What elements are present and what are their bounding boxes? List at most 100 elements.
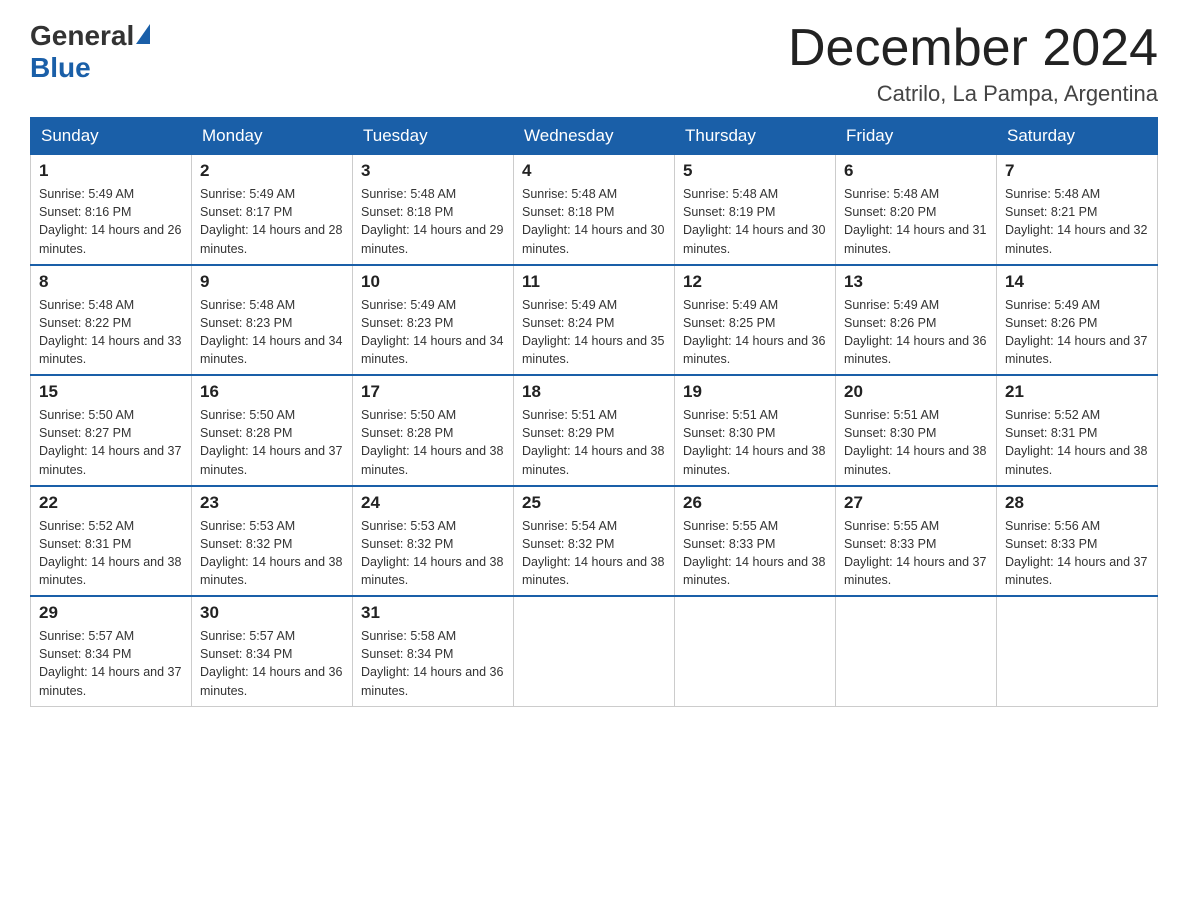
day-number: 1 xyxy=(39,161,183,181)
day-info: Sunrise: 5:58 AMSunset: 8:34 PMDaylight:… xyxy=(361,629,503,697)
day-number: 7 xyxy=(1005,161,1149,181)
calendar-cell: 4 Sunrise: 5:48 AMSunset: 8:18 PMDayligh… xyxy=(514,155,675,265)
day-info: Sunrise: 5:55 AMSunset: 8:33 PMDaylight:… xyxy=(844,519,986,587)
calendar-week-row: 15 Sunrise: 5:50 AMSunset: 8:27 PMDaylig… xyxy=(31,375,1158,486)
calendar-cell: 6 Sunrise: 5:48 AMSunset: 8:20 PMDayligh… xyxy=(836,155,997,265)
calendar-week-row: 22 Sunrise: 5:52 AMSunset: 8:31 PMDaylig… xyxy=(31,486,1158,597)
calendar-cell: 3 Sunrise: 5:48 AMSunset: 8:18 PMDayligh… xyxy=(353,155,514,265)
day-number: 16 xyxy=(200,382,344,402)
logo-general-text: General xyxy=(30,20,134,52)
calendar-cell: 15 Sunrise: 5:50 AMSunset: 8:27 PMDaylig… xyxy=(31,375,192,486)
calendar-cell: 14 Sunrise: 5:49 AMSunset: 8:26 PMDaylig… xyxy=(997,265,1158,376)
day-info: Sunrise: 5:50 AMSunset: 8:27 PMDaylight:… xyxy=(39,408,181,476)
day-number: 28 xyxy=(1005,493,1149,513)
day-info: Sunrise: 5:53 AMSunset: 8:32 PMDaylight:… xyxy=(361,519,503,587)
day-info: Sunrise: 5:49 AMSunset: 8:25 PMDaylight:… xyxy=(683,298,825,366)
calendar-cell xyxy=(836,596,997,706)
calendar-cell: 25 Sunrise: 5:54 AMSunset: 8:32 PMDaylig… xyxy=(514,486,675,597)
logo-blue-text: Blue xyxy=(30,52,91,84)
calendar-cell: 17 Sunrise: 5:50 AMSunset: 8:28 PMDaylig… xyxy=(353,375,514,486)
weekday-header-saturday: Saturday xyxy=(997,118,1158,155)
day-number: 11 xyxy=(522,272,666,292)
day-info: Sunrise: 5:49 AMSunset: 8:26 PMDaylight:… xyxy=(1005,298,1147,366)
day-number: 26 xyxy=(683,493,827,513)
day-info: Sunrise: 5:53 AMSunset: 8:32 PMDaylight:… xyxy=(200,519,342,587)
calendar-cell: 20 Sunrise: 5:51 AMSunset: 8:30 PMDaylig… xyxy=(836,375,997,486)
day-number: 8 xyxy=(39,272,183,292)
page-header: General Blue December 2024 Catrilo, La P… xyxy=(30,20,1158,107)
day-info: Sunrise: 5:48 AMSunset: 8:19 PMDaylight:… xyxy=(683,187,825,255)
calendar-week-row: 8 Sunrise: 5:48 AMSunset: 8:22 PMDayligh… xyxy=(31,265,1158,376)
calendar-cell: 23 Sunrise: 5:53 AMSunset: 8:32 PMDaylig… xyxy=(192,486,353,597)
calendar-cell: 22 Sunrise: 5:52 AMSunset: 8:31 PMDaylig… xyxy=(31,486,192,597)
calendar-cell: 11 Sunrise: 5:49 AMSunset: 8:24 PMDaylig… xyxy=(514,265,675,376)
logo: General Blue xyxy=(30,20,152,84)
day-info: Sunrise: 5:48 AMSunset: 8:21 PMDaylight:… xyxy=(1005,187,1147,255)
day-number: 9 xyxy=(200,272,344,292)
day-number: 3 xyxy=(361,161,505,181)
calendar-cell: 31 Sunrise: 5:58 AMSunset: 8:34 PMDaylig… xyxy=(353,596,514,706)
calendar-cell: 19 Sunrise: 5:51 AMSunset: 8:30 PMDaylig… xyxy=(675,375,836,486)
day-number: 5 xyxy=(683,161,827,181)
day-number: 30 xyxy=(200,603,344,623)
day-number: 25 xyxy=(522,493,666,513)
day-info: Sunrise: 5:52 AMSunset: 8:31 PMDaylight:… xyxy=(39,519,181,587)
calendar-cell xyxy=(514,596,675,706)
day-info: Sunrise: 5:50 AMSunset: 8:28 PMDaylight:… xyxy=(200,408,342,476)
day-info: Sunrise: 5:56 AMSunset: 8:33 PMDaylight:… xyxy=(1005,519,1147,587)
day-number: 20 xyxy=(844,382,988,402)
logo-triangle-icon xyxy=(136,24,150,44)
day-number: 27 xyxy=(844,493,988,513)
calendar-cell: 29 Sunrise: 5:57 AMSunset: 8:34 PMDaylig… xyxy=(31,596,192,706)
title-block: December 2024 Catrilo, La Pampa, Argenti… xyxy=(788,20,1158,107)
day-info: Sunrise: 5:51 AMSunset: 8:29 PMDaylight:… xyxy=(522,408,664,476)
day-number: 13 xyxy=(844,272,988,292)
day-number: 31 xyxy=(361,603,505,623)
calendar-cell: 9 Sunrise: 5:48 AMSunset: 8:23 PMDayligh… xyxy=(192,265,353,376)
calendar-cell xyxy=(675,596,836,706)
day-number: 15 xyxy=(39,382,183,402)
logo-text: General xyxy=(30,20,152,52)
day-info: Sunrise: 5:48 AMSunset: 8:22 PMDaylight:… xyxy=(39,298,181,366)
calendar-cell: 13 Sunrise: 5:49 AMSunset: 8:26 PMDaylig… xyxy=(836,265,997,376)
day-info: Sunrise: 5:49 AMSunset: 8:24 PMDaylight:… xyxy=(522,298,664,366)
calendar-cell: 1 Sunrise: 5:49 AMSunset: 8:16 PMDayligh… xyxy=(31,155,192,265)
day-number: 23 xyxy=(200,493,344,513)
day-number: 14 xyxy=(1005,272,1149,292)
day-number: 22 xyxy=(39,493,183,513)
weekday-header-wednesday: Wednesday xyxy=(514,118,675,155)
day-number: 10 xyxy=(361,272,505,292)
day-number: 18 xyxy=(522,382,666,402)
weekday-header-tuesday: Tuesday xyxy=(353,118,514,155)
day-info: Sunrise: 5:55 AMSunset: 8:33 PMDaylight:… xyxy=(683,519,825,587)
weekday-header-monday: Monday xyxy=(192,118,353,155)
day-number: 2 xyxy=(200,161,344,181)
day-number: 29 xyxy=(39,603,183,623)
day-info: Sunrise: 5:48 AMSunset: 8:20 PMDaylight:… xyxy=(844,187,986,255)
day-info: Sunrise: 5:49 AMSunset: 8:23 PMDaylight:… xyxy=(361,298,503,366)
day-number: 24 xyxy=(361,493,505,513)
day-number: 19 xyxy=(683,382,827,402)
day-number: 12 xyxy=(683,272,827,292)
day-info: Sunrise: 5:52 AMSunset: 8:31 PMDaylight:… xyxy=(1005,408,1147,476)
weekday-header-sunday: Sunday xyxy=(31,118,192,155)
location-subtitle: Catrilo, La Pampa, Argentina xyxy=(788,81,1158,107)
calendar-cell: 26 Sunrise: 5:55 AMSunset: 8:33 PMDaylig… xyxy=(675,486,836,597)
calendar-cell xyxy=(997,596,1158,706)
day-info: Sunrise: 5:57 AMSunset: 8:34 PMDaylight:… xyxy=(200,629,342,697)
day-info: Sunrise: 5:49 AMSunset: 8:16 PMDaylight:… xyxy=(39,187,181,255)
month-title: December 2024 xyxy=(788,20,1158,77)
calendar-cell: 8 Sunrise: 5:48 AMSunset: 8:22 PMDayligh… xyxy=(31,265,192,376)
calendar-cell: 24 Sunrise: 5:53 AMSunset: 8:32 PMDaylig… xyxy=(353,486,514,597)
calendar-cell: 30 Sunrise: 5:57 AMSunset: 8:34 PMDaylig… xyxy=(192,596,353,706)
day-number: 6 xyxy=(844,161,988,181)
day-info: Sunrise: 5:50 AMSunset: 8:28 PMDaylight:… xyxy=(361,408,503,476)
calendar-cell: 28 Sunrise: 5:56 AMSunset: 8:33 PMDaylig… xyxy=(997,486,1158,597)
day-info: Sunrise: 5:48 AMSunset: 8:18 PMDaylight:… xyxy=(361,187,503,255)
calendar-cell: 18 Sunrise: 5:51 AMSunset: 8:29 PMDaylig… xyxy=(514,375,675,486)
day-number: 17 xyxy=(361,382,505,402)
calendar-week-row: 1 Sunrise: 5:49 AMSunset: 8:16 PMDayligh… xyxy=(31,155,1158,265)
calendar-cell: 21 Sunrise: 5:52 AMSunset: 8:31 PMDaylig… xyxy=(997,375,1158,486)
calendar-cell: 27 Sunrise: 5:55 AMSunset: 8:33 PMDaylig… xyxy=(836,486,997,597)
calendar-table: SundayMondayTuesdayWednesdayThursdayFrid… xyxy=(30,117,1158,707)
